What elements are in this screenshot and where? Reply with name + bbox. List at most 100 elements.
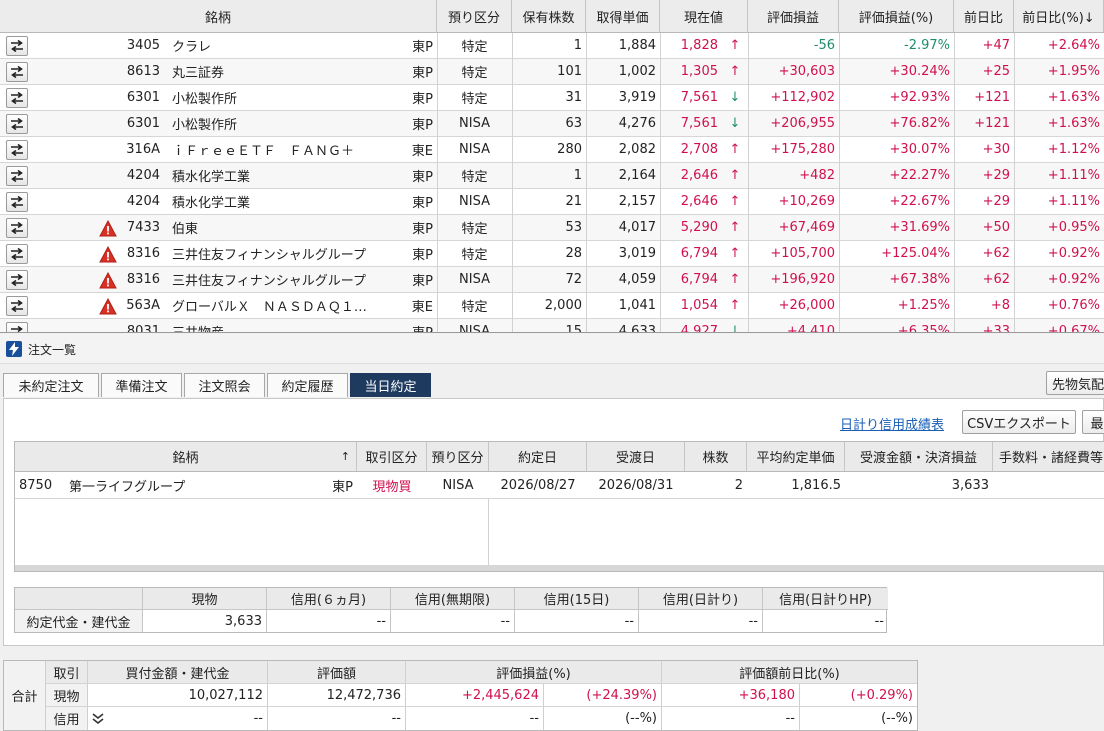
col-name-header[interactable]: 銘柄 bbox=[0, 0, 437, 32]
exec-col-name-label: 銘柄 bbox=[172, 451, 199, 466]
table-row[interactable]: 8316 三井住友フィナンシャルグループ 東P 特定 28 3,019 6,794 ↑ +105… bbox=[0, 241, 1104, 267]
grid-divider bbox=[586, 33, 587, 332]
exec-col-trade[interactable]: 取引区分 bbox=[357, 442, 427, 471]
csv-export-button[interactable]: CSVエクスポート bbox=[962, 410, 1076, 434]
table-row[interactable]: 3405 クラレ 東P 特定 1 1,884 1,828 ↑ -56 -2.97% +47 +2.64… bbox=[0, 33, 1104, 59]
table-row[interactable]: 8750 第一ライフグループ 東P 現物買 NISA 2026/08/27 20… bbox=[15, 472, 1104, 499]
holding-qty: 2,000 bbox=[544, 298, 582, 313]
summary-col-buy: 買付金額・建代金 bbox=[88, 661, 268, 683]
col-cost-header[interactable]: 取得単価 bbox=[586, 0, 660, 32]
exec-col-fee-label: 手数料・諸経費等 bbox=[999, 451, 1104, 466]
trade-swap-icon[interactable] bbox=[6, 166, 28, 186]
exec-col-fee[interactable]: 手数料・諸経費等 bbox=[993, 442, 1104, 471]
summary-col-kind: 取引 bbox=[46, 661, 88, 683]
exec-market: 東P bbox=[332, 479, 353, 495]
table-row[interactable]: 7433 伯東 東P 特定 53 4,017 5,290 ↑ +67,469 +31.69% +50… bbox=[0, 215, 1104, 241]
holding-qty: 280 bbox=[557, 142, 582, 157]
trade-swap-icon[interactable] bbox=[6, 140, 28, 160]
exec-code: 8750 bbox=[19, 477, 53, 493]
table-row[interactable]: 4204 積水化学工業 東P 特定 1 2,164 2,646 ↑ +482 +22.27% +29… bbox=[0, 163, 1104, 189]
holding-plpct: +92.93% bbox=[889, 90, 950, 105]
holding-market: 東P bbox=[412, 40, 433, 55]
col-plpct-header[interactable]: 評価損益(%) bbox=[839, 0, 954, 32]
exec-col-exec-date[interactable]: 約定日 bbox=[489, 442, 587, 471]
grid-divider bbox=[954, 33, 955, 332]
holding-price: 2,646 bbox=[680, 168, 718, 183]
holding-chg: +33 bbox=[982, 324, 1010, 333]
trade-swap-icon[interactable] bbox=[6, 192, 28, 212]
holding-name: 三井物産 bbox=[168, 319, 400, 332]
holding-code: 563A bbox=[126, 298, 160, 313]
col-chgpct-label: 前日比(%)↓ bbox=[1022, 10, 1095, 26]
tab-unexecuted[interactable]: 未約定注文 bbox=[3, 373, 99, 397]
table-row[interactable]: 563A グローバルＸ ＮＡＳＤＡＱ１… 東E 特定 2,000 1,041 1,054 ↑ +… bbox=[0, 293, 1104, 319]
exec-col-settle-date[interactable]: 受渡日 bbox=[587, 442, 685, 471]
futures-quote-label: 先物気配 bbox=[1051, 377, 1104, 393]
trade-swap-icon[interactable] bbox=[6, 322, 28, 332]
totals-col-margin-day: 信用(日計り) bbox=[639, 588, 763, 609]
tab-history[interactable]: 約定履歴 bbox=[267, 373, 348, 397]
summary-daychgpct: (+0.29%) bbox=[850, 687, 913, 703]
trade-swap-icon[interactable] bbox=[6, 114, 28, 134]
exec-col-account[interactable]: 預り区分 bbox=[427, 442, 489, 471]
trade-swap-icon[interactable] bbox=[6, 36, 28, 56]
exec-totals-row: 約定代金・建代金 3,633 -- -- -- -- -- bbox=[15, 610, 888, 632]
exec-col-account-label: 預り区分 bbox=[431, 451, 484, 466]
holding-name: グローバルＸ ＮＡＳＤＡＱ１… bbox=[172, 300, 367, 315]
holding-plpct: +67.38% bbox=[889, 272, 950, 287]
col-price-header[interactable]: 現在値 bbox=[660, 0, 748, 32]
table-row[interactable]: 316A ｉＦｒｅｅＥＴＦ ＦＡＮＧ＋ 東E NISA 280 2,082 2,708 ↑ +1… bbox=[0, 137, 1104, 163]
holding-cost: 4,017 bbox=[618, 220, 656, 235]
holding-name: 丸三証券 bbox=[172, 66, 225, 81]
exec-col-avg-price[interactable]: 平均約定単価 bbox=[747, 442, 845, 471]
more-button[interactable]: 最 bbox=[1082, 410, 1104, 434]
exec-col-avg-price-label: 平均約定単価 bbox=[756, 451, 835, 466]
holding-chg: +62 bbox=[982, 272, 1010, 287]
exec-col-name[interactable]: 銘柄 ↑ bbox=[15, 442, 357, 471]
exec-col-qty[interactable]: 株数 bbox=[685, 442, 747, 471]
executions-scrollbar[interactable] bbox=[15, 565, 1104, 571]
col-chgpct-header[interactable]: 前日比(%)↓ bbox=[1014, 0, 1104, 32]
holding-price: 1,054 bbox=[680, 298, 718, 313]
daytrade-report-link[interactable]: 日計り信用成績表 bbox=[840, 414, 944, 433]
col-account-header[interactable]: 預り区分 bbox=[437, 0, 512, 32]
holding-plpct: +22.67% bbox=[889, 194, 950, 209]
holding-cost: 3,019 bbox=[618, 246, 656, 261]
col-pl-label: 評価損益 bbox=[766, 10, 819, 26]
table-row[interactable]: 8031 三井物産東P NISA 15 4,633 4,927 ↓ +4,410 +6.35% +… bbox=[0, 319, 1104, 333]
holding-account: 特定 bbox=[461, 222, 488, 237]
table-row[interactable]: 8613 丸三証券 東P 特定 101 1,002 1,305 ↑ +30,603 +30.24%… bbox=[0, 59, 1104, 85]
holding-market: 東E bbox=[411, 144, 433, 159]
table-row[interactable]: 6301 小松製作所 東P 特定 31 3,919 7,561 ↓ +112,902 +92.93… bbox=[0, 85, 1104, 111]
holding-market: 東P bbox=[412, 196, 433, 211]
trade-swap-icon[interactable] bbox=[6, 296, 28, 316]
trade-swap-icon[interactable] bbox=[6, 270, 28, 290]
holding-qty: 72 bbox=[565, 272, 582, 287]
col-qty-header[interactable]: 保有株数 bbox=[512, 0, 586, 32]
holding-dir: ↓ bbox=[729, 324, 741, 333]
exec-qty: 2 bbox=[734, 477, 743, 493]
trade-swap-icon[interactable] bbox=[6, 218, 28, 238]
expand-chevron-icon[interactable] bbox=[88, 707, 108, 730]
holding-cost: 1,884 bbox=[618, 38, 656, 53]
tab-inquiry[interactable]: 注文照会 bbox=[184, 373, 265, 397]
holding-cost: 1,002 bbox=[618, 64, 656, 79]
holding-price: 7,561 bbox=[680, 116, 718, 131]
exec-amount: 3,633 bbox=[951, 477, 989, 493]
table-row[interactable]: 8316 三井住友フィナンシャルグループ 東P NISA 72 4,059 6,794 ↑ +1… bbox=[0, 267, 1104, 293]
col-chg-label: 前日比 bbox=[963, 10, 1003, 26]
table-row[interactable]: 4204 積水化学工業 東P NISA 21 2,157 2,646 ↑ +10,269 +22.… bbox=[0, 189, 1104, 215]
exec-col-trade-label: 取引区分 bbox=[365, 451, 418, 466]
table-row[interactable]: 6301 小松製作所 東P NISA 63 4,276 7,561 ↓ +206,955 +76.… bbox=[0, 111, 1104, 137]
futures-quote-button[interactable]: 先物気配 bbox=[1046, 371, 1104, 395]
col-pl-header[interactable]: 評価損益 bbox=[748, 0, 839, 32]
tab-today-executed[interactable]: 当日約定 bbox=[350, 373, 431, 397]
trade-swap-icon[interactable] bbox=[6, 88, 28, 108]
trade-swap-icon[interactable] bbox=[6, 244, 28, 264]
tab-prepared[interactable]: 準備注文 bbox=[101, 373, 182, 397]
col-chg-header[interactable]: 前日比 bbox=[954, 0, 1014, 32]
exec-col-amount[interactable]: 受渡金額・決済損益 bbox=[845, 442, 993, 471]
summary-value: 12,472,736 bbox=[268, 684, 406, 706]
holding-cost: 4,059 bbox=[618, 272, 656, 287]
trade-swap-icon[interactable] bbox=[6, 62, 28, 82]
